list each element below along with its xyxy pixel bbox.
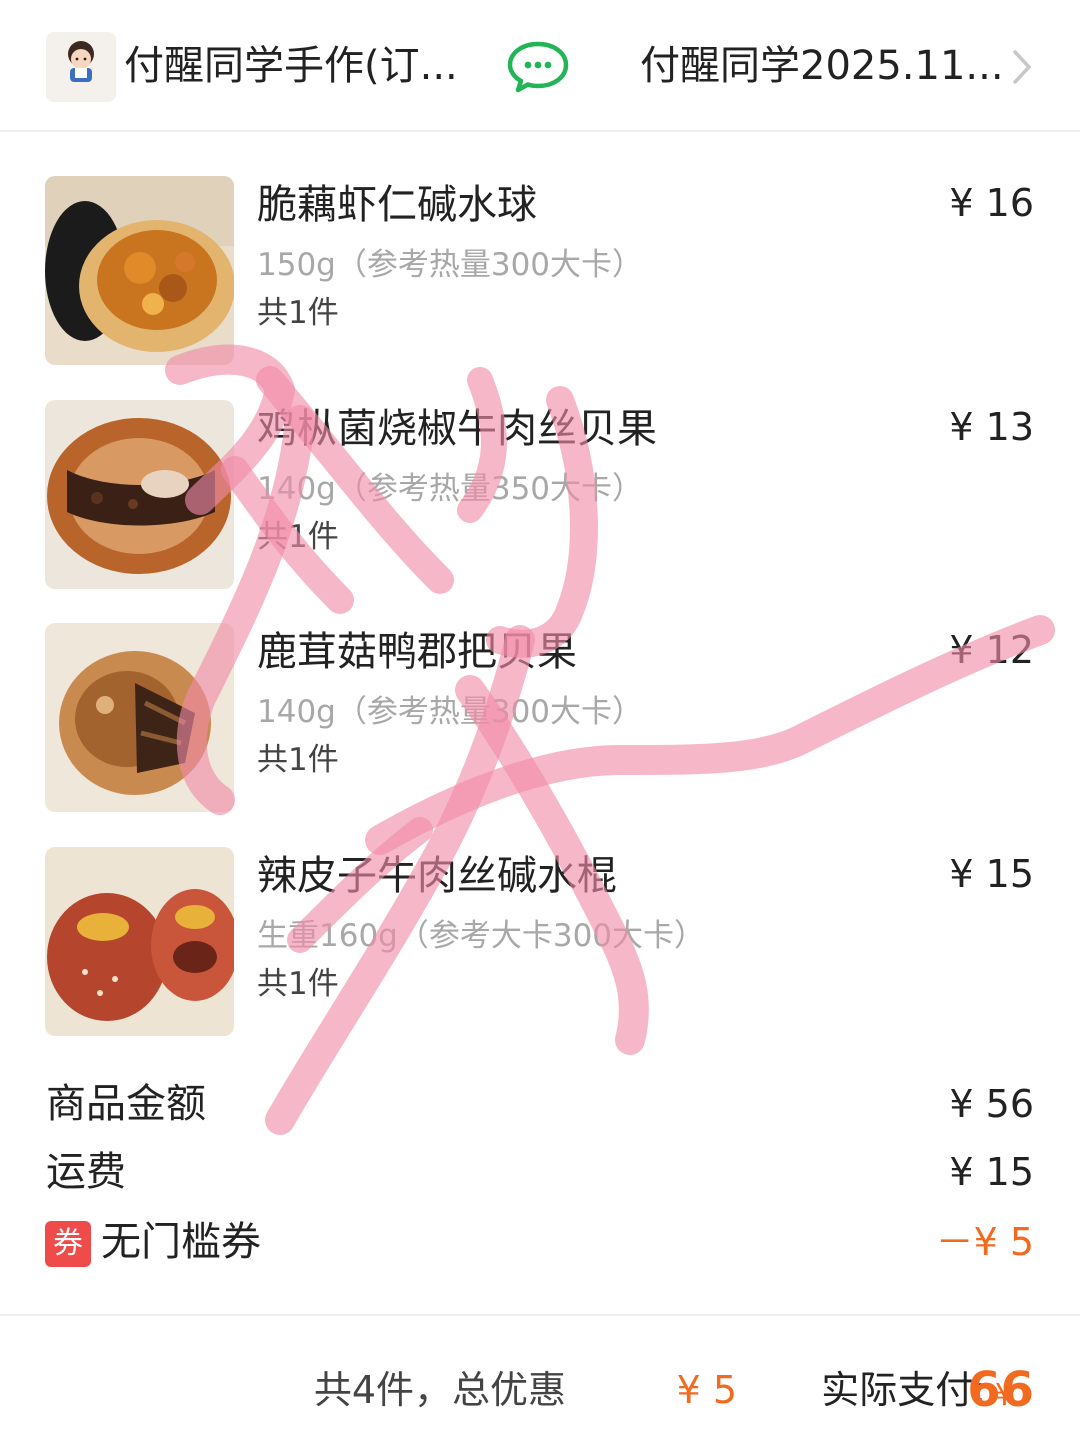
product-image (45, 176, 234, 365)
coupon-label: 无门槛券 (101, 1219, 261, 1265)
shop-logo[interactable] (46, 32, 116, 102)
total-discount-value: ¥ 5 (676, 1368, 737, 1412)
product-spec: 150g（参考热量300大卡） (257, 247, 644, 283)
actual-payment-label: 实际支付: (821, 1368, 986, 1412)
shipping-value: ¥ 15 (949, 1150, 1034, 1194)
order-header: 付醒同学手作(订... 付醒同学2025.11.... (0, 0, 1080, 132)
product-name: 鸡枞菌烧椒牛肉丝贝果 (257, 406, 657, 452)
goods-amount-label: 商品金额 (46, 1081, 206, 1127)
product-quantity: 共1件 (257, 295, 339, 331)
product-price: ¥ 13 (949, 405, 1034, 449)
item-count-text: 共4件，总优惠 (313, 1368, 566, 1412)
order-item[interactable]: 鹿茸菇鸭郡把贝果 140g（参考热量300大卡） 共1件 ¥ 12 (0, 623, 1080, 813)
chevron-right-icon[interactable] (1008, 46, 1036, 88)
shop-name[interactable]: 付醒同学手作(订... (124, 40, 464, 92)
product-quantity: 共1件 (257, 742, 339, 778)
product-spec: 140g（参考热量300大卡） (257, 694, 644, 730)
order-item[interactable]: 鸡枞菌烧椒牛肉丝贝果 140g（参考热量350大卡） 共1件 ¥ 13 (0, 400, 1080, 590)
coupon-row[interactable]: 券 无门槛券 －¥ 5 (0, 1214, 1080, 1270)
goods-amount-row: 商品金额 ¥ 56 (0, 1076, 1080, 1132)
coupon-value: －¥ 5 (935, 1220, 1034, 1264)
divider (0, 1314, 1080, 1316)
shipping-label: 运费 (46, 1149, 126, 1195)
product-image (45, 623, 234, 812)
goods-amount-value: ¥ 56 (949, 1082, 1034, 1126)
order-title[interactable]: 付醒同学2025.11.... (640, 40, 1000, 92)
product-image (45, 400, 234, 589)
product-quantity: 共1件 (257, 966, 339, 1002)
order-item[interactable]: 辣皮子牛肉丝碱水棍 生重160g（参考大卡300大卡） 共1件 ¥ 15 (0, 847, 1080, 1037)
product-price: ¥ 15 (949, 852, 1034, 896)
product-name: 鹿茸菇鸭郡把贝果 (257, 629, 577, 675)
product-quantity: 共1件 (257, 519, 339, 555)
actual-payment-total: 66 (967, 1362, 1034, 1418)
payment-footer: 共4件，总优惠 ¥ 5 实际支付: ¥ 66 (0, 1360, 1080, 1420)
shipping-row: 运费 ¥ 15 (0, 1144, 1080, 1200)
product-spec: 生重160g（参考大卡300大卡） (257, 918, 706, 954)
order-item[interactable]: 脆藕虾仁碱水球 150g（参考热量300大卡） 共1件 ¥ 16 (0, 176, 1080, 366)
coupon-badge-icon: 券 (45, 1221, 91, 1267)
product-name: 辣皮子牛肉丝碱水棍 (257, 853, 617, 899)
product-name: 脆藕虾仁碱水球 (257, 182, 537, 228)
wechat-chat-icon[interactable] (506, 40, 570, 94)
product-price: ¥ 12 (949, 628, 1034, 672)
product-image (45, 847, 234, 1036)
product-price: ¥ 16 (949, 181, 1034, 225)
product-spec: 140g（参考热量350大卡） (257, 471, 644, 507)
